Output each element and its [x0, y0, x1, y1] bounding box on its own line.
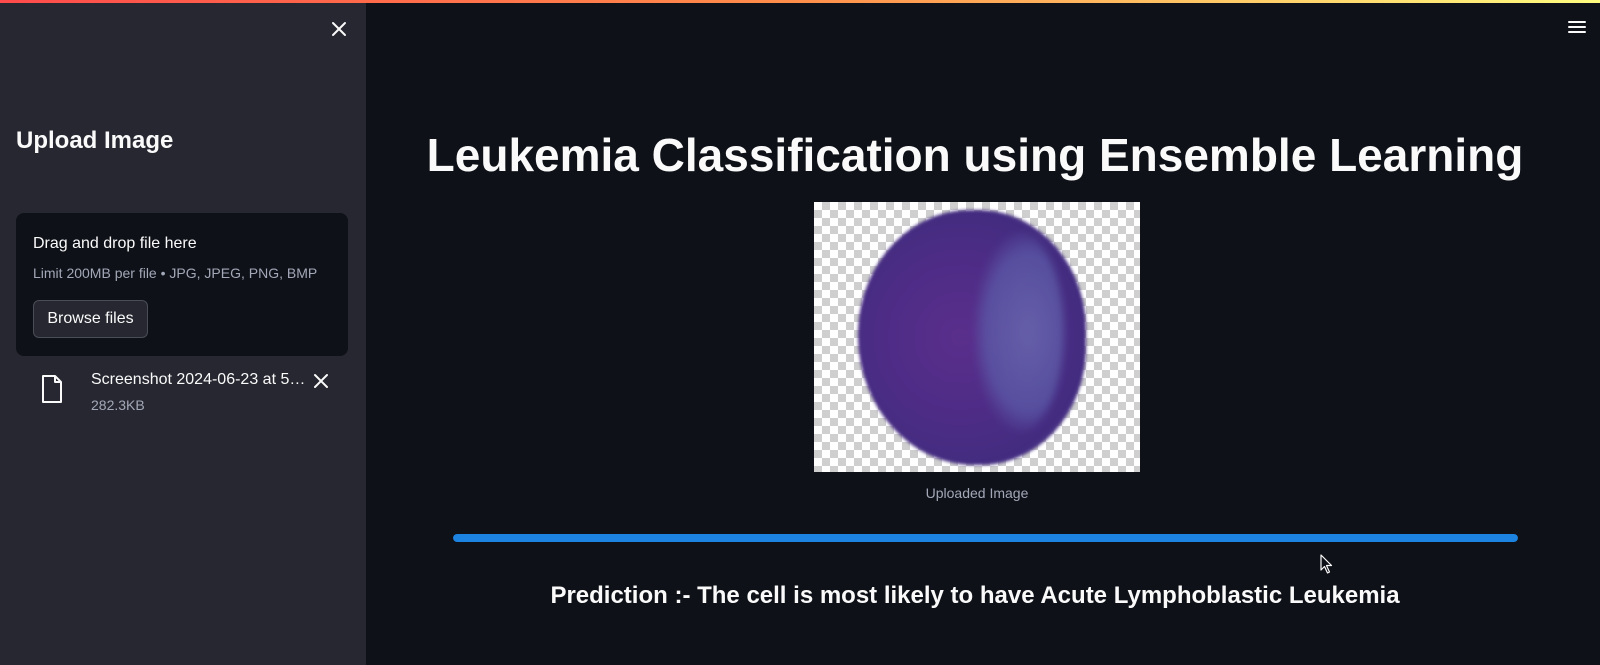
uploaded-file-size: 282.3KB	[91, 397, 145, 413]
uploaded-image	[814, 202, 1140, 472]
uploaded-file-item: Screenshot 2024-06-23 at 5.… 282.3KB	[16, 365, 348, 415]
remove-file-button[interactable]	[311, 371, 331, 391]
file-icon	[42, 375, 62, 403]
main-menu-button[interactable]	[1566, 18, 1588, 36]
page-title: Leukemia Classification using Ensemble L…	[426, 129, 1524, 181]
blood-cell-highlight	[974, 232, 1064, 432]
hamburger-menu-icon	[1568, 21, 1586, 33]
dropzone-label: Drag and drop file here	[33, 235, 197, 252]
progress-bar-fill	[453, 534, 1518, 542]
uploaded-file-name: Screenshot 2024-06-23 at 5.…	[91, 371, 309, 388]
top-decoration-bar	[0, 0, 1600, 3]
progress-bar	[453, 534, 1518, 542]
image-caption: Uploaded Image	[925, 485, 1029, 501]
sidebar-title: Upload Image	[16, 127, 174, 154]
close-icon	[332, 22, 346, 36]
mouse-cursor-icon	[1320, 554, 1333, 574]
dropzone-limit-text: Limit 200MB per file • JPG, JPEG, PNG, B…	[33, 265, 318, 281]
prediction-text: Prediction :- The cell is most likely to…	[550, 582, 1400, 609]
sidebar: Upload Image Drag and drop file here Lim…	[0, 0, 366, 665]
browse-files-button[interactable]: Browse files	[33, 300, 148, 338]
file-dropzone[interactable]: Drag and drop file here Limit 200MB per …	[16, 213, 348, 356]
close-icon	[314, 374, 328, 388]
sidebar-close-button[interactable]	[328, 18, 350, 40]
